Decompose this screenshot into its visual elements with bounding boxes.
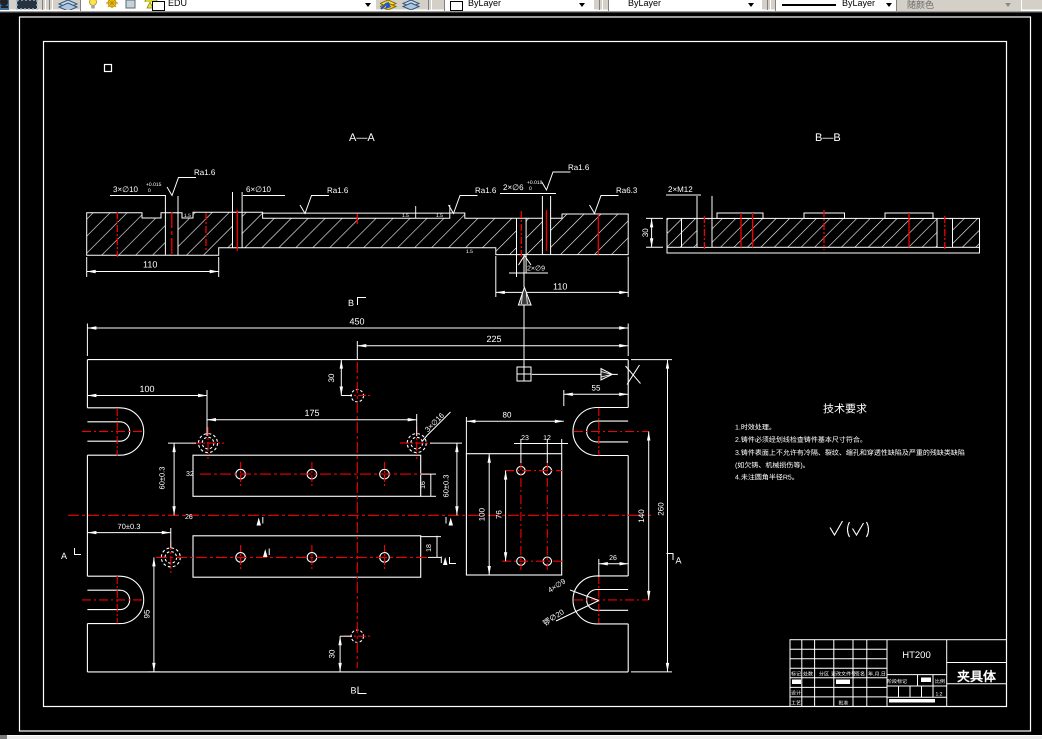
svg-text:Ra1.6: Ra1.6 [568, 163, 590, 172]
svg-text:55: 55 [592, 384, 601, 393]
svg-text:年,月,日: 年,月,日 [868, 671, 886, 678]
svg-text:更改文件号: 更改文件号 [831, 671, 856, 678]
svg-text:30: 30 [327, 373, 336, 382]
svg-text:1:2: 1:2 [936, 692, 943, 698]
svg-text:标记: 标记 [791, 671, 801, 678]
svg-text:95: 95 [143, 609, 152, 618]
svg-text:16: 16 [420, 481, 427, 489]
svg-text:B: B [348, 298, 354, 308]
svg-text:26: 26 [609, 555, 617, 562]
svg-text:80: 80 [503, 411, 512, 420]
svg-text:4×∅9: 4×∅9 [546, 577, 567, 595]
svg-text:100: 100 [139, 384, 154, 394]
svg-text:450: 450 [349, 317, 364, 327]
svg-text:18: 18 [426, 544, 433, 552]
svg-text:30: 30 [641, 228, 650, 237]
svg-text:(如欠铸、机械损伤等)。: (如欠铸、机械损伤等)。 [735, 462, 810, 470]
svg-text:2.铸件必须经划线检查铸件基本尺寸符合。: 2.铸件必须经划线检查铸件基本尺寸符合。 [735, 436, 867, 444]
svg-text:12: 12 [543, 435, 551, 442]
svg-text:设计: 设计 [791, 690, 801, 697]
svg-text:工艺: 工艺 [791, 700, 801, 707]
svg-text:26: 26 [185, 514, 193, 521]
svg-text:Ra6.3: Ra6.3 [616, 186, 638, 195]
svg-text:30: 30 [328, 649, 337, 658]
svg-text:B: B [351, 686, 357, 696]
svg-text:1.5: 1.5 [436, 213, 443, 219]
svg-text:0: 0 [148, 188, 151, 194]
svg-text:1.时效处理。: 1.时效处理。 [735, 424, 776, 432]
svg-text:Ra1.6: Ra1.6 [194, 168, 216, 177]
svg-text:批准: 批准 [838, 700, 848, 707]
svg-text:A: A [676, 556, 682, 566]
svg-text:225: 225 [486, 334, 501, 344]
svg-text:技术要求: 技术要求 [823, 403, 867, 416]
svg-text:A—A: A—A [349, 132, 375, 144]
svg-text:2×M12: 2×M12 [668, 185, 693, 194]
svg-text:HT200: HT200 [902, 650, 931, 661]
svg-text:2×∅6: 2×∅6 [503, 183, 524, 192]
svg-text:分区: 分区 [819, 671, 829, 678]
svg-text:3×∅10: 3×∅10 [113, 185, 139, 194]
svg-text:1.5: 1.5 [402, 213, 409, 219]
svg-text:100: 100 [478, 507, 487, 521]
svg-text:32: 32 [186, 471, 194, 478]
svg-text:140: 140 [637, 509, 646, 523]
svg-text:70±0.3: 70±0.3 [118, 522, 141, 531]
svg-text:260: 260 [657, 502, 666, 516]
svg-text:阶段标记: 阶段标记 [887, 678, 907, 685]
svg-text:2×∅9: 2×∅9 [527, 266, 545, 273]
svg-text:Ra1.6: Ra1.6 [475, 186, 497, 195]
svg-text:Ra1.6: Ra1.6 [327, 186, 349, 195]
svg-text:23: 23 [521, 435, 529, 442]
svg-text:锣∅20: 锣∅20 [541, 607, 565, 627]
svg-text:1.5: 1.5 [184, 213, 191, 219]
svg-text:比例: 比例 [935, 678, 945, 685]
svg-text:175: 175 [304, 408, 319, 418]
svg-text:6×∅10: 6×∅10 [246, 185, 272, 194]
svg-text:110: 110 [553, 282, 567, 292]
svg-text:夹具体: 夹具体 [957, 669, 997, 684]
svg-text:签名: 签名 [855, 671, 865, 678]
svg-text:110: 110 [143, 260, 157, 270]
svg-text:0: 0 [529, 186, 532, 192]
svg-text:4.未注圆角半径R5。: 4.未注圆角半径R5。 [735, 474, 799, 482]
svg-text:76: 76 [495, 510, 504, 519]
svg-text:1.5: 1.5 [466, 249, 473, 255]
svg-text:A: A [61, 551, 67, 561]
svg-text:60±0.3: 60±0.3 [158, 467, 167, 490]
svg-text:60±0.3: 60±0.3 [442, 475, 451, 498]
svg-text:处数: 处数 [803, 671, 813, 678]
svg-text:B—B: B—B [815, 132, 841, 144]
svg-text:3×∅16: 3×∅16 [423, 411, 446, 434]
svg-text:3.铸件表面上不允许有冷隔、裂纹、缩孔和穿透性缺陷及严重的残: 3.铸件表面上不允许有冷隔、裂纹、缩孔和穿透性缺陷及严重的残缺类缺陷 [735, 449, 965, 457]
